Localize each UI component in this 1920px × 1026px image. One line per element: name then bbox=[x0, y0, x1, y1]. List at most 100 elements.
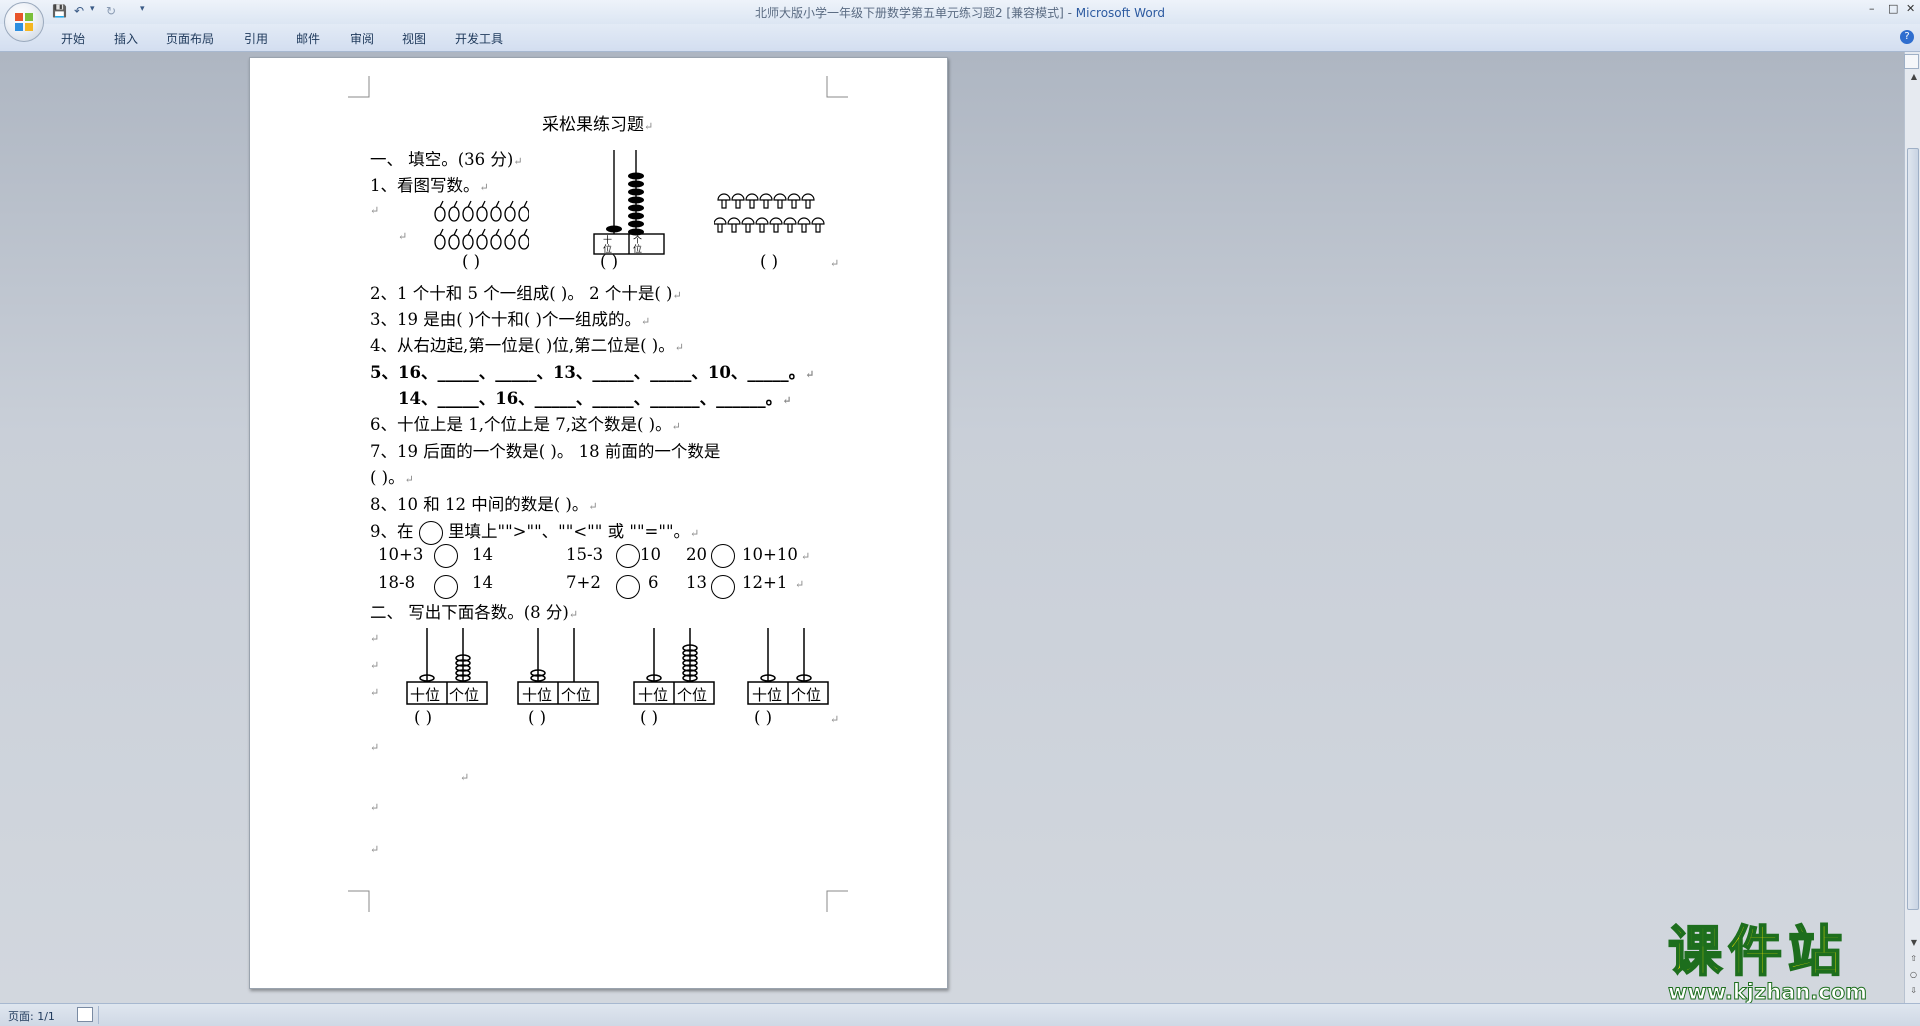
browse-object-icon[interactable]: ○ bbox=[1910, 970, 1917, 979]
minimize-icon[interactable]: – bbox=[1869, 2, 1875, 15]
paragraph-mark: ↵ bbox=[782, 394, 792, 407]
tab-insert[interactable]: 插入 bbox=[114, 30, 138, 47]
paragraph-mark: ↵ bbox=[398, 230, 408, 243]
paragraph-mark: ↵ bbox=[479, 181, 489, 194]
crop-mark-bottom-right bbox=[826, 890, 848, 912]
paragraph-mark: ↵ bbox=[370, 632, 380, 645]
paragraph-mark: ↵ bbox=[370, 801, 380, 814]
paragraph-mark: ↵ bbox=[674, 341, 684, 354]
tab-page-layout[interactable]: 页面布局 bbox=[166, 30, 214, 47]
status-bar: 页面: 1/1 bbox=[0, 1003, 1920, 1026]
section-1-text: 一、 填空。(36 分) bbox=[370, 150, 514, 169]
question-5a-text: 5、16、_____、_____、13、_____、_____、10、_____… bbox=[370, 363, 806, 382]
tab-review[interactable]: 审阅 bbox=[350, 30, 374, 47]
document-page[interactable]: 采松果练习题↵ 一、 填空。(36 分)↵ 1、看图写数。↵ ↵ ↵ 十 个 位… bbox=[249, 57, 948, 989]
tab-home[interactable]: 开始 bbox=[61, 30, 85, 47]
scroll-up-icon[interactable]: ▲ bbox=[1911, 72, 1917, 81]
abacus-label-ones-2: 位 bbox=[633, 245, 643, 255]
paragraph-mark: ↵ bbox=[671, 420, 681, 433]
paragraph-mark: ↵ bbox=[640, 315, 651, 328]
question-9-suffix: 里填上"">""、""<"" 或 ""=""。 bbox=[448, 522, 691, 541]
question-9: 9、在 里填上"">""、""<"" 或 ""=""。↵ bbox=[370, 518, 699, 545]
q1-blank-abacus[interactable]: ( ) bbox=[600, 252, 618, 271]
doc-title: 采松果练习题↵ bbox=[542, 110, 653, 135]
question-5-line-2: 14、_____、16、_____、_____、______、______。↵ bbox=[398, 385, 791, 409]
mushrooms-picture bbox=[714, 193, 825, 233]
compare-circle[interactable] bbox=[711, 575, 735, 599]
question-9-prefix: 9、在 bbox=[370, 522, 414, 541]
compare-circle[interactable] bbox=[434, 575, 458, 599]
question-5b-text: 14、_____、16、_____、_____、______、______。 bbox=[398, 389, 783, 408]
paragraph-mark: ↵ bbox=[370, 659, 380, 672]
q9-r1-right-3: 10+10 bbox=[742, 545, 798, 564]
title-bar: 💾 ↶ ▾ ↻ ▾ 北师大版小学一年级下册数学第五单元练习题2 [兼容模式] -… bbox=[0, 0, 1920, 24]
compare-circle[interactable] bbox=[616, 575, 640, 599]
tab-references[interactable]: 引用 bbox=[244, 30, 268, 47]
abacus-3-tens-label: 十位 bbox=[638, 686, 669, 704]
close-icon[interactable]: ✕ bbox=[1906, 2, 1915, 15]
s2-blank-3[interactable]: ( ) bbox=[640, 708, 658, 727]
next-page-icon[interactable]: ⇩ bbox=[1910, 986, 1917, 995]
abacus-4-ones-label: 个位 bbox=[791, 686, 822, 704]
paragraph-mark: ↵ bbox=[672, 289, 682, 302]
s2-blank-1[interactable]: ( ) bbox=[414, 708, 432, 727]
question-2-text: 2、1 个十和 5 个一组成( )。 2 个十是( ) bbox=[370, 284, 673, 303]
view-ruler-button[interactable] bbox=[1904, 54, 1919, 69]
app-name: Microsoft Word bbox=[1075, 6, 1166, 20]
compare-circle[interactable] bbox=[711, 544, 735, 568]
help-icon[interactable]: ? bbox=[1900, 30, 1914, 44]
section-2-text: 二、 写出下面各数。(8 分) bbox=[370, 603, 569, 622]
s2-blank-4[interactable]: ( ) bbox=[754, 708, 772, 727]
scrollbar-thumb[interactable] bbox=[1907, 148, 1919, 910]
q9-r1-left-3: 20 bbox=[686, 545, 707, 564]
office-button[interactable] bbox=[4, 2, 44, 42]
paragraph-mark: ↵ bbox=[690, 527, 700, 540]
crop-mark-top-right bbox=[826, 76, 848, 98]
q9-r2-right-1: 14 bbox=[472, 573, 493, 592]
question-1-text: 1、看图写数。 bbox=[370, 176, 480, 195]
document-name: 北师大版小学一年级下册数学第五单元练习题2 [兼容模式] bbox=[754, 6, 1064, 20]
restore-icon[interactable]: □ bbox=[1888, 2, 1898, 15]
question-8: 8、10 和 12 中间的数是( )。↵ bbox=[370, 491, 598, 515]
paragraph-mark: ↵ bbox=[404, 473, 414, 486]
tab-mailings[interactable]: 邮件 bbox=[296, 30, 320, 47]
q9-r1-left-1: 10+3 bbox=[378, 545, 424, 564]
doc-title-text: 采松果练习题 bbox=[542, 115, 644, 135]
q1-blank-apples[interactable]: ( ) bbox=[462, 252, 480, 271]
question-7-line-2: ( )。↵ bbox=[370, 464, 414, 488]
paragraph-mark: ↵ bbox=[830, 713, 840, 726]
question-1: 1、看图写数。↵ bbox=[370, 172, 489, 196]
tab-developer[interactable]: 开发工具 bbox=[455, 30, 503, 47]
tab-view[interactable]: 视图 bbox=[402, 30, 426, 47]
paragraph-mark: ↵ bbox=[513, 155, 523, 168]
section-2-heading: 二、 写出下面各数。(8 分)↵ bbox=[370, 599, 578, 623]
question-6-text: 6、十位上是 1,个位上是 7,这个数是( )。 bbox=[370, 415, 672, 434]
s2-blank-2[interactable]: ( ) bbox=[528, 708, 546, 727]
compare-circle[interactable] bbox=[616, 544, 640, 568]
previous-page-icon[interactable]: ⇧ bbox=[1910, 954, 1917, 963]
abacus-1-tens-label: 十位 bbox=[410, 686, 441, 704]
compare-circle[interactable] bbox=[434, 544, 458, 568]
watermark-url: www.kjzhan.com bbox=[1668, 980, 1868, 1004]
apples-picture bbox=[434, 200, 529, 250]
paragraph-mark: ↵ bbox=[460, 771, 470, 784]
q1-blank-mushrooms[interactable]: ( ) bbox=[760, 252, 778, 271]
question-3-text: 3、19 是由( )个十和( )个一组成的。 bbox=[370, 310, 641, 329]
proofing-icon[interactable] bbox=[77, 1007, 93, 1022]
paragraph-mark: ↵ bbox=[588, 500, 598, 513]
page-count[interactable]: 页面: 1/1 bbox=[8, 1008, 55, 1024]
vertical-scrollbar[interactable]: ▲ ▼ ⇧ ○ ⇩ bbox=[1904, 52, 1920, 1003]
question-7b-text: ( )。 bbox=[370, 468, 405, 487]
question-7-line-1: 7、19 后面的一个数是( )。 18 前面的一个数是 bbox=[370, 438, 720, 462]
q9-r1-right-2: 10 bbox=[640, 545, 661, 564]
question-4: 4、从右边起,第一位是( )位,第二位是( )。↵ bbox=[370, 332, 684, 356]
q9-r2-left-3: 13 bbox=[686, 573, 707, 592]
crop-mark-bottom-left bbox=[348, 890, 370, 912]
abacus-2-ones-label: 个位 bbox=[561, 686, 592, 704]
question-4-text: 4、从右边起,第一位是( )位,第二位是( )。 bbox=[370, 336, 675, 355]
compare-circle-example bbox=[418, 520, 443, 545]
watermark-name: 课件站 bbox=[1667, 920, 1848, 983]
q9-r1-left-2: 15-3 bbox=[566, 545, 604, 564]
paragraph-mark: ↵ bbox=[644, 120, 654, 133]
scroll-down-icon[interactable]: ▼ bbox=[1911, 938, 1917, 947]
